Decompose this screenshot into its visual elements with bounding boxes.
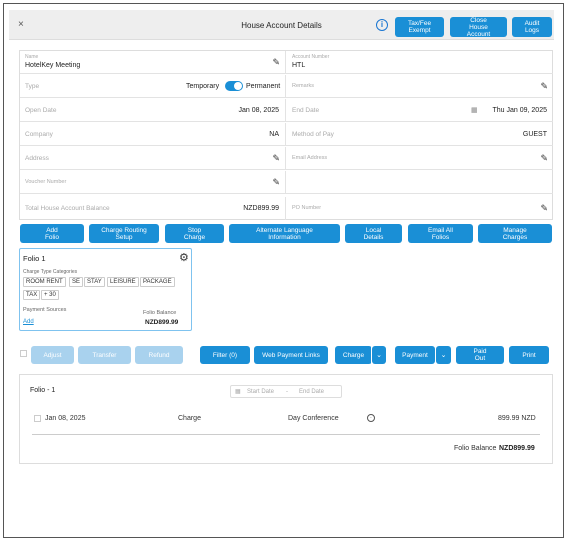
pencil-icon[interactable]: ✎ [540, 203, 548, 214]
form-row: Total House Account Balance NZD899.99 PO… [20, 197, 553, 220]
type-toggle[interactable] [225, 81, 243, 91]
folio-panel-title: Folio - 1 [30, 387, 56, 394]
chevron-down-icon: ⌄ [376, 351, 382, 359]
select-all-checkbox[interactable] [20, 350, 27, 357]
audit-logs-button[interactable]: Audit Logs [512, 17, 552, 37]
clock-icon[interactable]: · [367, 414, 375, 422]
date-range-input[interactable]: ▦ Start Date - End Date [230, 385, 342, 398]
category-chip: TAX [23, 290, 41, 300]
row-checkbox[interactable] [34, 415, 41, 422]
balance-field: Total House Account Balance NZD899.99 [20, 197, 286, 220]
name-field[interactable]: Name HotelKey Meeting ✎ [20, 51, 286, 74]
refund-button[interactable]: Refund [135, 346, 183, 364]
category-chip: + 30 [41, 290, 59, 300]
info-icon[interactable]: i [376, 19, 388, 31]
close-icon[interactable]: × [18, 19, 24, 30]
company-field: Company NA [20, 123, 286, 146]
folio-balance-label: Folio Balance [143, 310, 177, 316]
account-number-field[interactable]: Account Number HTL [287, 51, 553, 74]
folio-balance-label: Folio Balance [454, 445, 497, 452]
open-date-field: Open Date Jan 08, 2025 [20, 99, 286, 122]
modal-header: × House Account Details i Tax/Fee Exempt… [9, 10, 554, 40]
empty-cell [287, 171, 553, 194]
account-form: Name HotelKey Meeting ✎ Account Number H… [19, 50, 553, 220]
payment-button[interactable]: Payment [395, 346, 435, 364]
chevron-down-icon: ⌄ [440, 351, 447, 359]
type-temporary-label: Temporary [186, 83, 220, 90]
folio-card-title: Folio 1 [23, 254, 46, 263]
pencil-icon[interactable]: ✎ [272, 177, 280, 188]
folio-balance-value: NZD899.99 [499, 445, 535, 452]
type-field: Type Temporary Permanent [20, 75, 286, 98]
form-row: Name HotelKey Meeting ✎ Account Number H… [20, 51, 553, 74]
adjust-button[interactable]: Adjust [31, 346, 74, 364]
pencil-icon[interactable]: ✎ [272, 153, 280, 164]
charge-routing-button[interactable]: Charge Routing Setup [89, 224, 159, 243]
charge-button[interactable]: Charge [335, 346, 372, 364]
category-chip: LEISURE [107, 277, 139, 287]
stop-charge-button[interactable]: Stop Charge [165, 224, 224, 243]
folio-balance-value: NZD899.99 [145, 319, 179, 326]
row-type: Charge [178, 415, 201, 422]
divider [32, 434, 540, 435]
paid-out-button[interactable]: Paid Out [456, 346, 504, 364]
start-date-placeholder: Start Date [247, 389, 275, 395]
web-payment-links-button[interactable]: Web Payment Links [254, 346, 328, 364]
address-field[interactable]: Address ✎ [20, 147, 286, 170]
filter-button[interactable]: Filter (0) [200, 346, 250, 364]
gear-icon[interactable]: ⚙ [179, 251, 189, 264]
category-chip: SE [69, 277, 84, 287]
row-amount: 899.99 NZD [498, 415, 536, 422]
folio-panel: Folio - 1 ▦ Start Date - End Date Jan 08… [19, 374, 553, 464]
row-description: Day Conference [288, 415, 339, 422]
category-chip: PACKAGE [140, 277, 175, 287]
pencil-icon[interactable]: ✎ [540, 153, 548, 164]
form-row: Type Temporary Permanent Remarks ✎ [20, 75, 553, 98]
table-row[interactable]: Jan 08, 2025 Charge Day Conference · 899… [20, 409, 552, 429]
category-chip: STAY [84, 277, 105, 287]
end-date-field[interactable]: End Date ▦ Thu Jan 09, 2025 [287, 99, 553, 122]
charge-dropdown[interactable]: ⌄ [372, 346, 386, 364]
form-row: Voucher Number ✎ [20, 171, 553, 194]
payment-sources-label: Payment Sources [23, 307, 67, 313]
remarks-field[interactable]: Remarks ✎ [287, 75, 553, 98]
calendar-icon: ▦ [235, 389, 241, 395]
email-all-folios-button[interactable]: Email All Folios [408, 224, 473, 243]
tax-fee-exempt-button[interactable]: Tax/Fee Exempt [395, 17, 444, 37]
email-field[interactable]: Email Address ✎ [287, 147, 553, 170]
pencil-icon[interactable]: ✎ [272, 57, 280, 68]
row-date: Jan 08, 2025 [45, 415, 86, 422]
add-folio-button[interactable]: Add Folio [20, 224, 84, 243]
end-date-placeholder: End Date [299, 389, 325, 395]
close-house-account-button[interactable]: Close House Account [450, 17, 507, 37]
charge-type-categories-label: Charge Type Categories [23, 269, 78, 275]
type-permanent-label: Permanent [246, 83, 281, 90]
folio-card[interactable]: Folio 1 ⚙ Charge Type Categories ROOM RE… [19, 248, 192, 331]
add-payment-source-link[interactable]: Add [23, 319, 34, 325]
method-of-pay-field: Method of Pay GUEST [292, 131, 547, 138]
form-row: Address ✎ Email Address ✎ [20, 147, 553, 170]
pencil-icon[interactable]: ✎ [540, 81, 548, 92]
calendar-icon[interactable]: ▦ [471, 106, 478, 114]
voucher-field[interactable]: Voucher Number ✎ [20, 171, 286, 194]
form-row: Company NA Method of Pay GUEST [20, 123, 553, 146]
transfer-button[interactable]: Transfer [78, 346, 131, 364]
po-number-field[interactable]: PO Number ✎ [287, 197, 553, 220]
payment-dropdown[interactable]: ⌄ [436, 346, 451, 364]
local-details-button[interactable]: Local Details [345, 224, 402, 243]
print-button[interactable]: Print [509, 346, 549, 364]
category-chip: ROOM RENT [23, 277, 66, 287]
manage-charges-button[interactable]: Manage Charges [478, 224, 552, 243]
form-row: Open Date Jan 08, 2025 End Date ▦ Thu Ja… [20, 99, 553, 122]
alternate-language-button[interactable]: Alternate Language Information [229, 224, 340, 243]
